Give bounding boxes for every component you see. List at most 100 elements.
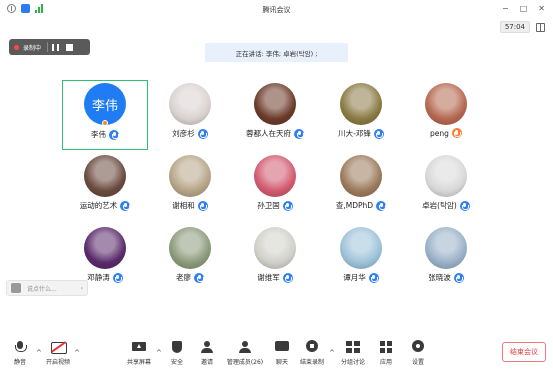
bottom-toolbar: 静音 ^ 开启视频 ^ 共享屏幕 ^ 安全 邀请 管理成员(26) 聊天 结束录…	[0, 335, 553, 369]
microphone-icon[interactable]	[109, 129, 119, 140]
divider	[47, 42, 49, 52]
mute-label: 静音	[13, 359, 26, 366]
participant-name: 刘彦杉	[172, 129, 195, 138]
maximize-button[interactable]: □	[520, 4, 528, 13]
participant-tile[interactable]: 谢相和	[147, 152, 233, 222]
participant-name: 川大-邓锋	[338, 129, 371, 138]
chat-input[interactable]: 说点什么... ‹	[6, 280, 88, 296]
record-label: 结束录制	[299, 359, 324, 366]
participant-tile[interactable]: 谭月华	[318, 224, 404, 294]
participant-namebar: 张晓波	[403, 272, 489, 283]
participant-namebar: 孙卫国	[232, 200, 318, 211]
avatar	[425, 227, 467, 269]
layout-toggle-icon[interactable]	[536, 22, 545, 32]
invite-button[interactable]: 邀请	[187, 341, 227, 366]
chevron-left-icon[interactable]: ‹	[81, 285, 83, 292]
participant-tile[interactable]: 刘彦杉	[147, 80, 233, 150]
mute-button[interactable]: 静音	[0, 341, 40, 366]
share-screen-button[interactable]: 共享屏幕	[119, 341, 159, 366]
recording-dot-icon	[14, 44, 19, 50]
avatar	[254, 155, 296, 197]
microphone-icon[interactable]	[376, 200, 387, 211]
microphone-icon[interactable]	[294, 128, 304, 139]
add-user-icon	[200, 341, 214, 353]
participant-tile[interactable]: 李伟 李伟	[62, 80, 148, 150]
participant-tile[interactable]: 张晓波	[403, 224, 489, 294]
pause-recording-button[interactable]	[52, 43, 60, 51]
record-icon	[305, 340, 319, 353]
gear-icon	[411, 340, 425, 353]
settings-button[interactable]: 设置	[398, 340, 438, 366]
recording-bar: 录制中	[9, 39, 90, 55]
participant-tile[interactable]: 蓉都人在天府	[232, 80, 318, 150]
microphone-icon[interactable]	[282, 272, 293, 283]
microphone-icon[interactable]	[459, 200, 470, 211]
participant-name: 谢相和	[172, 201, 195, 210]
microphone-icon[interactable]	[282, 200, 293, 211]
participant-namebar: 运动的艺术	[62, 200, 148, 211]
camera-off-icon	[51, 341, 67, 354]
participant-namebar: 谢维军	[232, 272, 318, 283]
microphone-icon[interactable]	[373, 128, 384, 139]
microphone-icon[interactable]	[451, 128, 462, 138]
participant-name: 李伟	[91, 130, 106, 139]
participant-name: 邓静涛	[87, 273, 110, 282]
avatar	[254, 227, 296, 269]
participant-namebar: 刘彦杉	[147, 128, 233, 139]
chevron-up-icon[interactable]: ^	[74, 349, 80, 357]
microphone-icon[interactable]	[112, 272, 123, 283]
participant-name: 卓岩(탁암)	[422, 201, 457, 210]
avatar	[340, 227, 382, 269]
avatar: 李伟	[84, 83, 126, 125]
microphone-icon	[13, 341, 27, 353]
participant-name: 孙卫国	[257, 201, 280, 210]
apps-icon	[379, 341, 393, 353]
participant-namebar: 谢相和	[147, 200, 233, 211]
participant-tile[interactable]: 查,MDPhD	[318, 152, 404, 222]
avatar	[169, 155, 211, 197]
participant-name: peng	[430, 128, 449, 138]
avatar	[340, 83, 382, 125]
participant-namebar: peng	[403, 128, 489, 138]
microphone-icon[interactable]	[194, 272, 204, 283]
participant-tile[interactable]: 卓岩(탁암)	[403, 152, 489, 222]
participant-tile[interactable]: 孙卫国	[232, 152, 318, 222]
stop-recording-button[interactable]: 结束录制	[292, 340, 332, 366]
participant-namebar: 老廖	[147, 272, 233, 283]
participant-name: 老廖	[176, 273, 191, 282]
microphone-icon[interactable]	[453, 272, 464, 283]
minimize-button[interactable]: −	[502, 4, 509, 13]
participant-namebar: 谭月华	[318, 272, 404, 283]
title-bar: 腾讯会议 − □ ✕	[0, 0, 553, 20]
participant-namebar: 卓岩(탁암)	[403, 200, 489, 211]
microphone-icon[interactable]	[368, 272, 379, 283]
participant-name: 查,MDPhD	[335, 201, 374, 210]
participant-tile[interactable]: 运动的艺术	[62, 152, 148, 222]
window-title: 腾讯会议	[262, 6, 291, 14]
avatar	[84, 155, 126, 197]
avatar	[425, 83, 467, 125]
end-meeting-button[interactable]: 结束会议	[502, 342, 546, 362]
microphone-icon[interactable]	[197, 200, 208, 211]
participant-tile[interactable]: peng	[403, 80, 489, 150]
avatar	[169, 83, 211, 125]
participant-name: 谢维军	[257, 273, 280, 282]
shield-icon	[170, 341, 184, 353]
participant-namebar: 蓉都人在天府	[232, 128, 318, 139]
speaker-banner: 正在讲话: 李伟; 卓岩(탁암) ;	[205, 43, 348, 62]
microphone-icon[interactable]	[197, 128, 208, 139]
avatar	[169, 227, 211, 269]
video-button[interactable]: 开启视频	[38, 341, 78, 366]
stop-recording-button[interactable]	[66, 43, 74, 51]
recording-label: 录制中	[23, 44, 42, 52]
manage-members-button[interactable]: 管理成员(26)	[225, 341, 265, 366]
participant-name: 张晓波	[428, 273, 451, 282]
close-button[interactable]: ✕	[538, 4, 545, 13]
microphone-icon[interactable]	[120, 200, 131, 211]
video-label: 开启视频	[45, 359, 70, 366]
settings-label: 设置	[411, 359, 424, 366]
chat-icon	[275, 341, 289, 353]
participant-tile[interactable]: 川大-邓锋	[318, 80, 404, 150]
participant-tile[interactable]: 谢维军	[232, 224, 318, 294]
participant-tile[interactable]: 老廖	[147, 224, 233, 294]
